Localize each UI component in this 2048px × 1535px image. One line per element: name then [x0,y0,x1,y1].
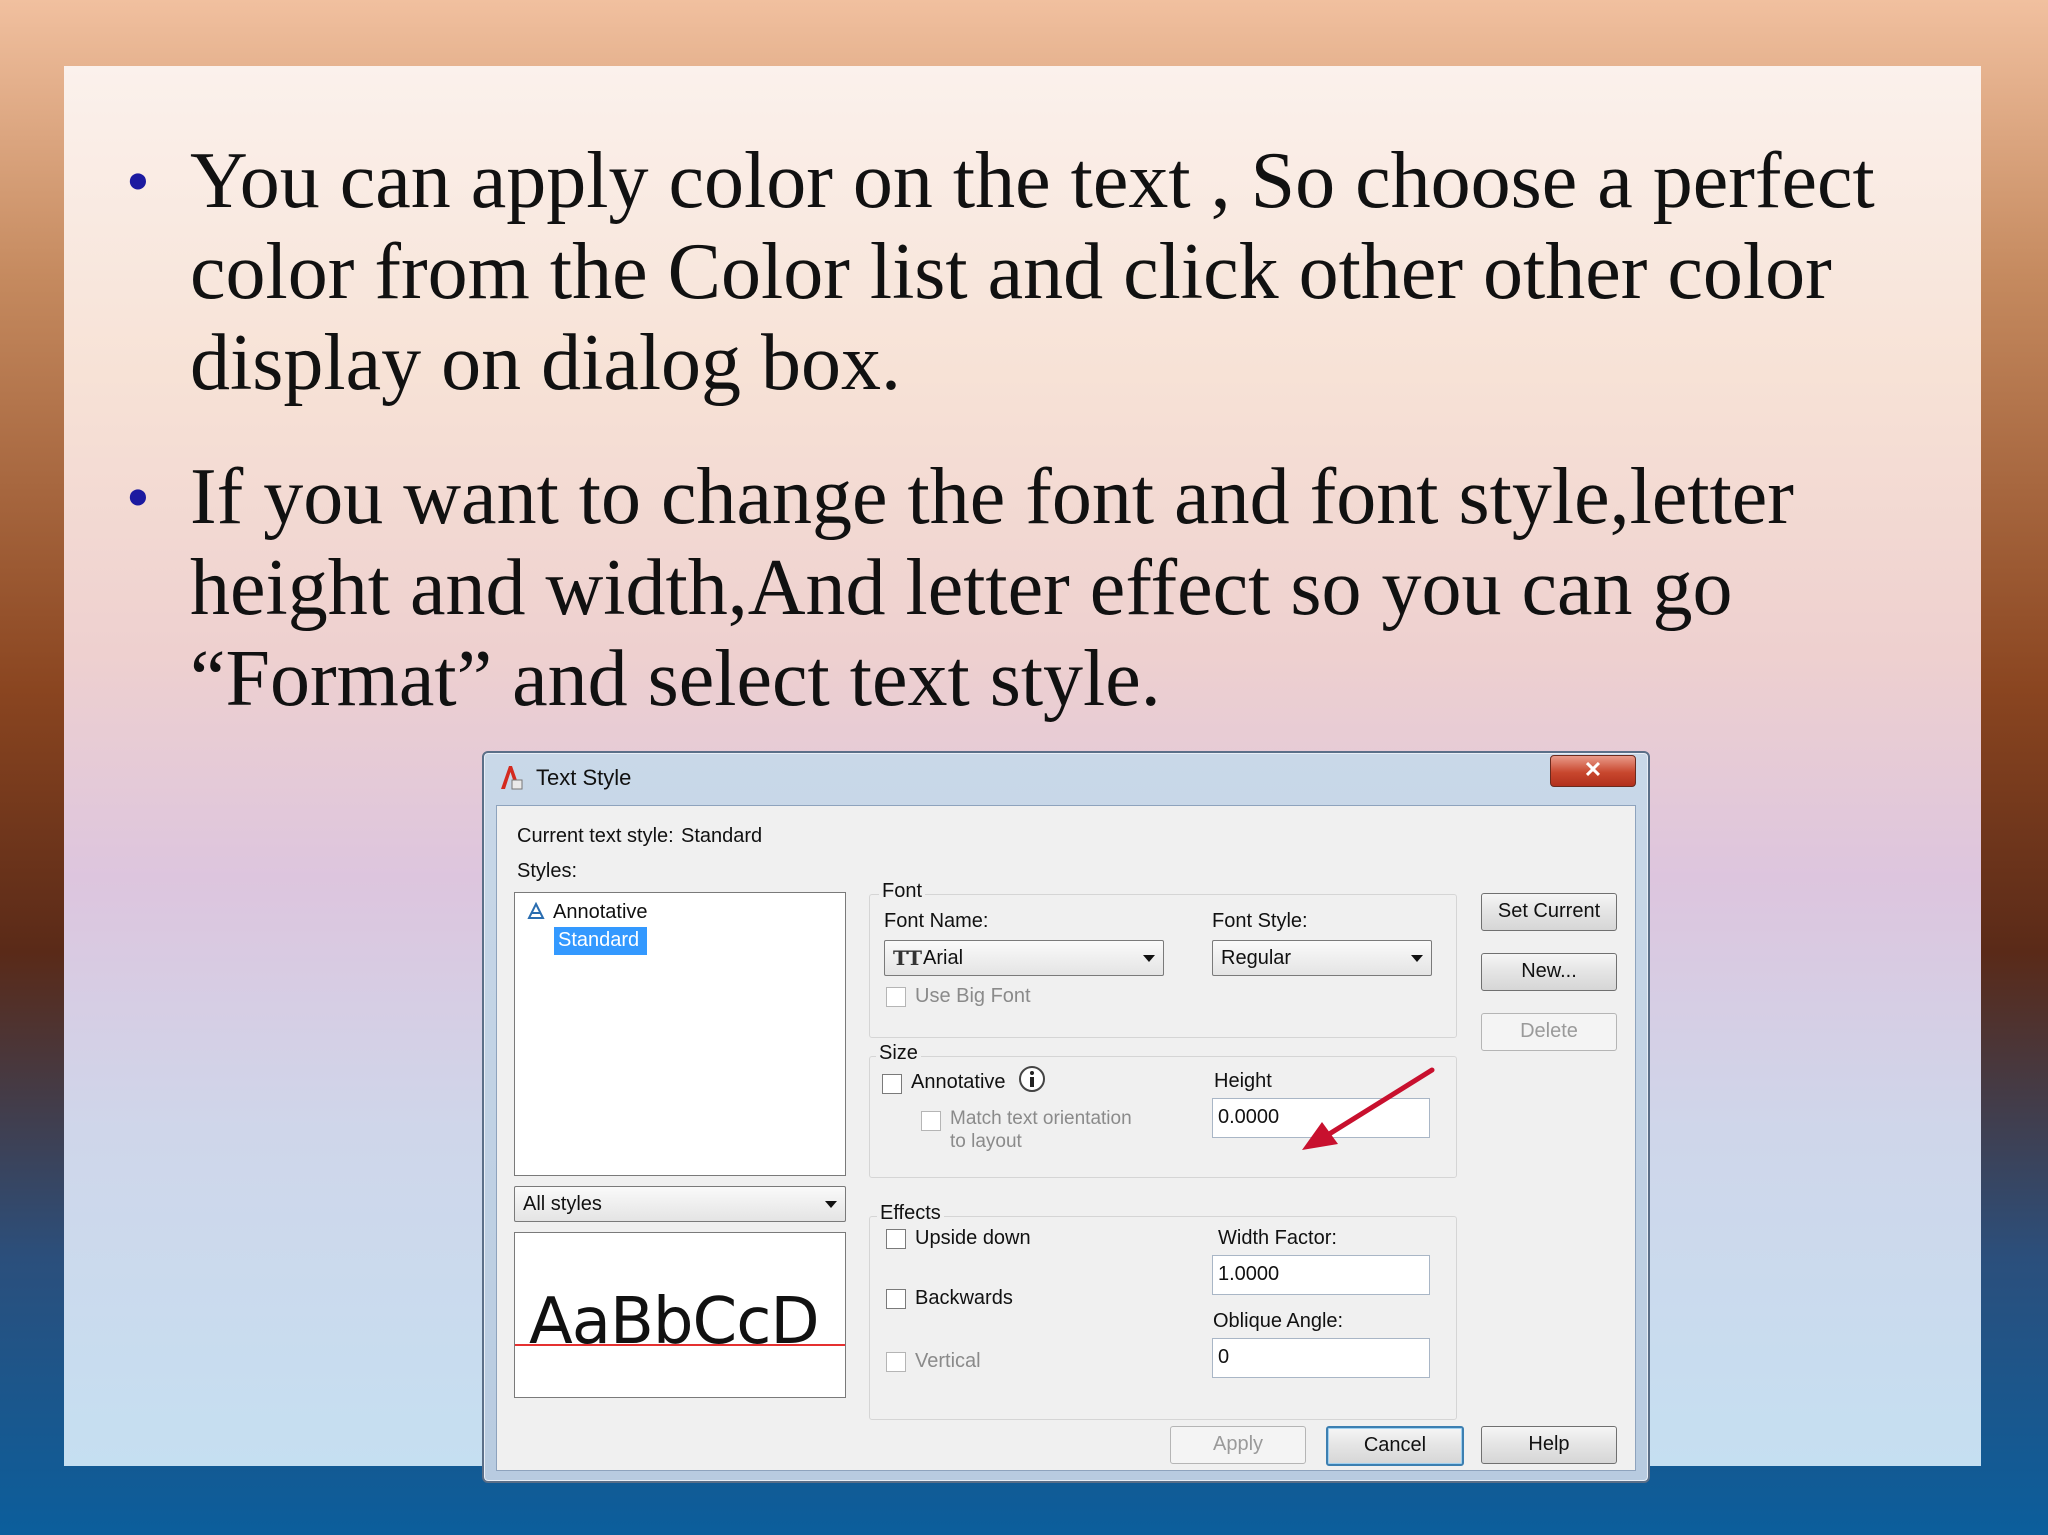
width-factor-value: 1.0000 [1218,1263,1280,1285]
list-item-label: Annotative [553,901,648,923]
annotative-icon [527,902,545,919]
autocad-app-icon [501,766,523,790]
chevron-down-icon [825,1201,837,1208]
font-name-value: Arial [923,947,964,969]
dialog-titlebar[interactable]: Text Style ✕ [484,753,1648,803]
set-current-button[interactable]: Set Current [1481,893,1617,931]
font-style-dropdown[interactable]: Regular [1212,940,1432,976]
preview-text: AaBbCcD [529,1285,820,1359]
size-group-title: Size [876,1042,921,1065]
styles-label: Styles: [517,860,578,882]
upside-down-checkbox[interactable] [886,1229,906,1249]
font-style-value: Regular [1221,947,1292,969]
bullet-text: You can apply color on the text , So cho… [190,137,1875,407]
help-button[interactable]: Help [1481,1426,1617,1464]
delete-button[interactable]: Delete [1481,1013,1617,1051]
list-item-label: Standard [558,929,640,951]
bullet-text: If you want to change the font and font … [190,453,1794,723]
dialog-title: Text Style [536,765,632,790]
height-value: 0.0000 [1218,1106,1280,1128]
bullet-item: • If you want to change the font and fon… [64,452,1981,725]
bullet-list: • You can apply color on the text , So c… [64,136,1981,768]
match-orientation-label: Match text orientation [950,1108,1132,1129]
style-preview: AaBbCcD [514,1232,846,1398]
styles-filter-dropdown[interactable]: All styles [514,1186,846,1222]
oblique-angle-label: Oblique Angle: [1213,1310,1344,1332]
bullet-dot-icon: • [126,143,150,219]
vertical-checkbox[interactable] [886,1352,906,1372]
font-name-label: Font Name: [884,910,989,932]
font-style-label: Font Style: [1212,910,1308,932]
use-big-font-checkbox[interactable] [886,987,906,1007]
annotative-label: Annotative [911,1071,1006,1093]
chevron-down-icon [1143,955,1155,962]
width-factor-label: Width Factor: [1218,1227,1337,1249]
use-big-font-label: Use Big Font [915,985,1031,1007]
oblique-angle-input[interactable]: 0 [1212,1338,1430,1378]
match-orientation-label-2: to layout [950,1131,1022,1152]
bullet-dot-icon: • [126,459,150,535]
width-factor-input[interactable]: 1.0000 [1212,1255,1430,1295]
preview-baseline [515,1344,845,1346]
font-group-title: Font [879,880,926,903]
font-name-dropdown[interactable]: TT Arial [884,940,1164,976]
new-button[interactable]: New... [1481,953,1617,991]
annotation-arrow-icon [1302,1067,1435,1150]
bullet-item: • You can apply color on the text , So c… [64,136,1981,409]
current-style-value: Standard [681,825,763,847]
info-icon[interactable] [1018,1065,1046,1093]
styles-list[interactable]: Annotative Standard [514,892,846,1176]
chevron-down-icon [1411,955,1423,962]
height-label: Height [1214,1070,1272,1092]
list-item-selected[interactable]: Standard [554,927,647,955]
apply-button[interactable]: Apply [1170,1426,1306,1464]
cancel-button[interactable]: Cancel [1326,1426,1464,1466]
close-button[interactable]: ✕ [1550,755,1636,787]
current-style-label: Current text style: [517,825,674,847]
upside-down-label: Upside down [915,1227,1031,1249]
annotative-checkbox[interactable] [882,1074,902,1094]
truetype-font-icon: TT [893,946,923,970]
text-style-dialog: Text Style ✕ Current text style: Standar… [482,751,1650,1483]
dialog-body: Current text style: Standard Styles: Ann… [496,805,1636,1471]
backwards-label: Backwards [915,1287,1013,1309]
match-orientation-checkbox[interactable] [921,1111,941,1131]
backwards-checkbox[interactable] [886,1289,906,1309]
styles-filter-value: All styles [523,1193,602,1215]
effects-group-title: Effects [877,1202,944,1225]
oblique-angle-value: 0 [1218,1346,1230,1368]
close-icon: ✕ [1583,757,1603,782]
vertical-label: Vertical [915,1350,981,1372]
